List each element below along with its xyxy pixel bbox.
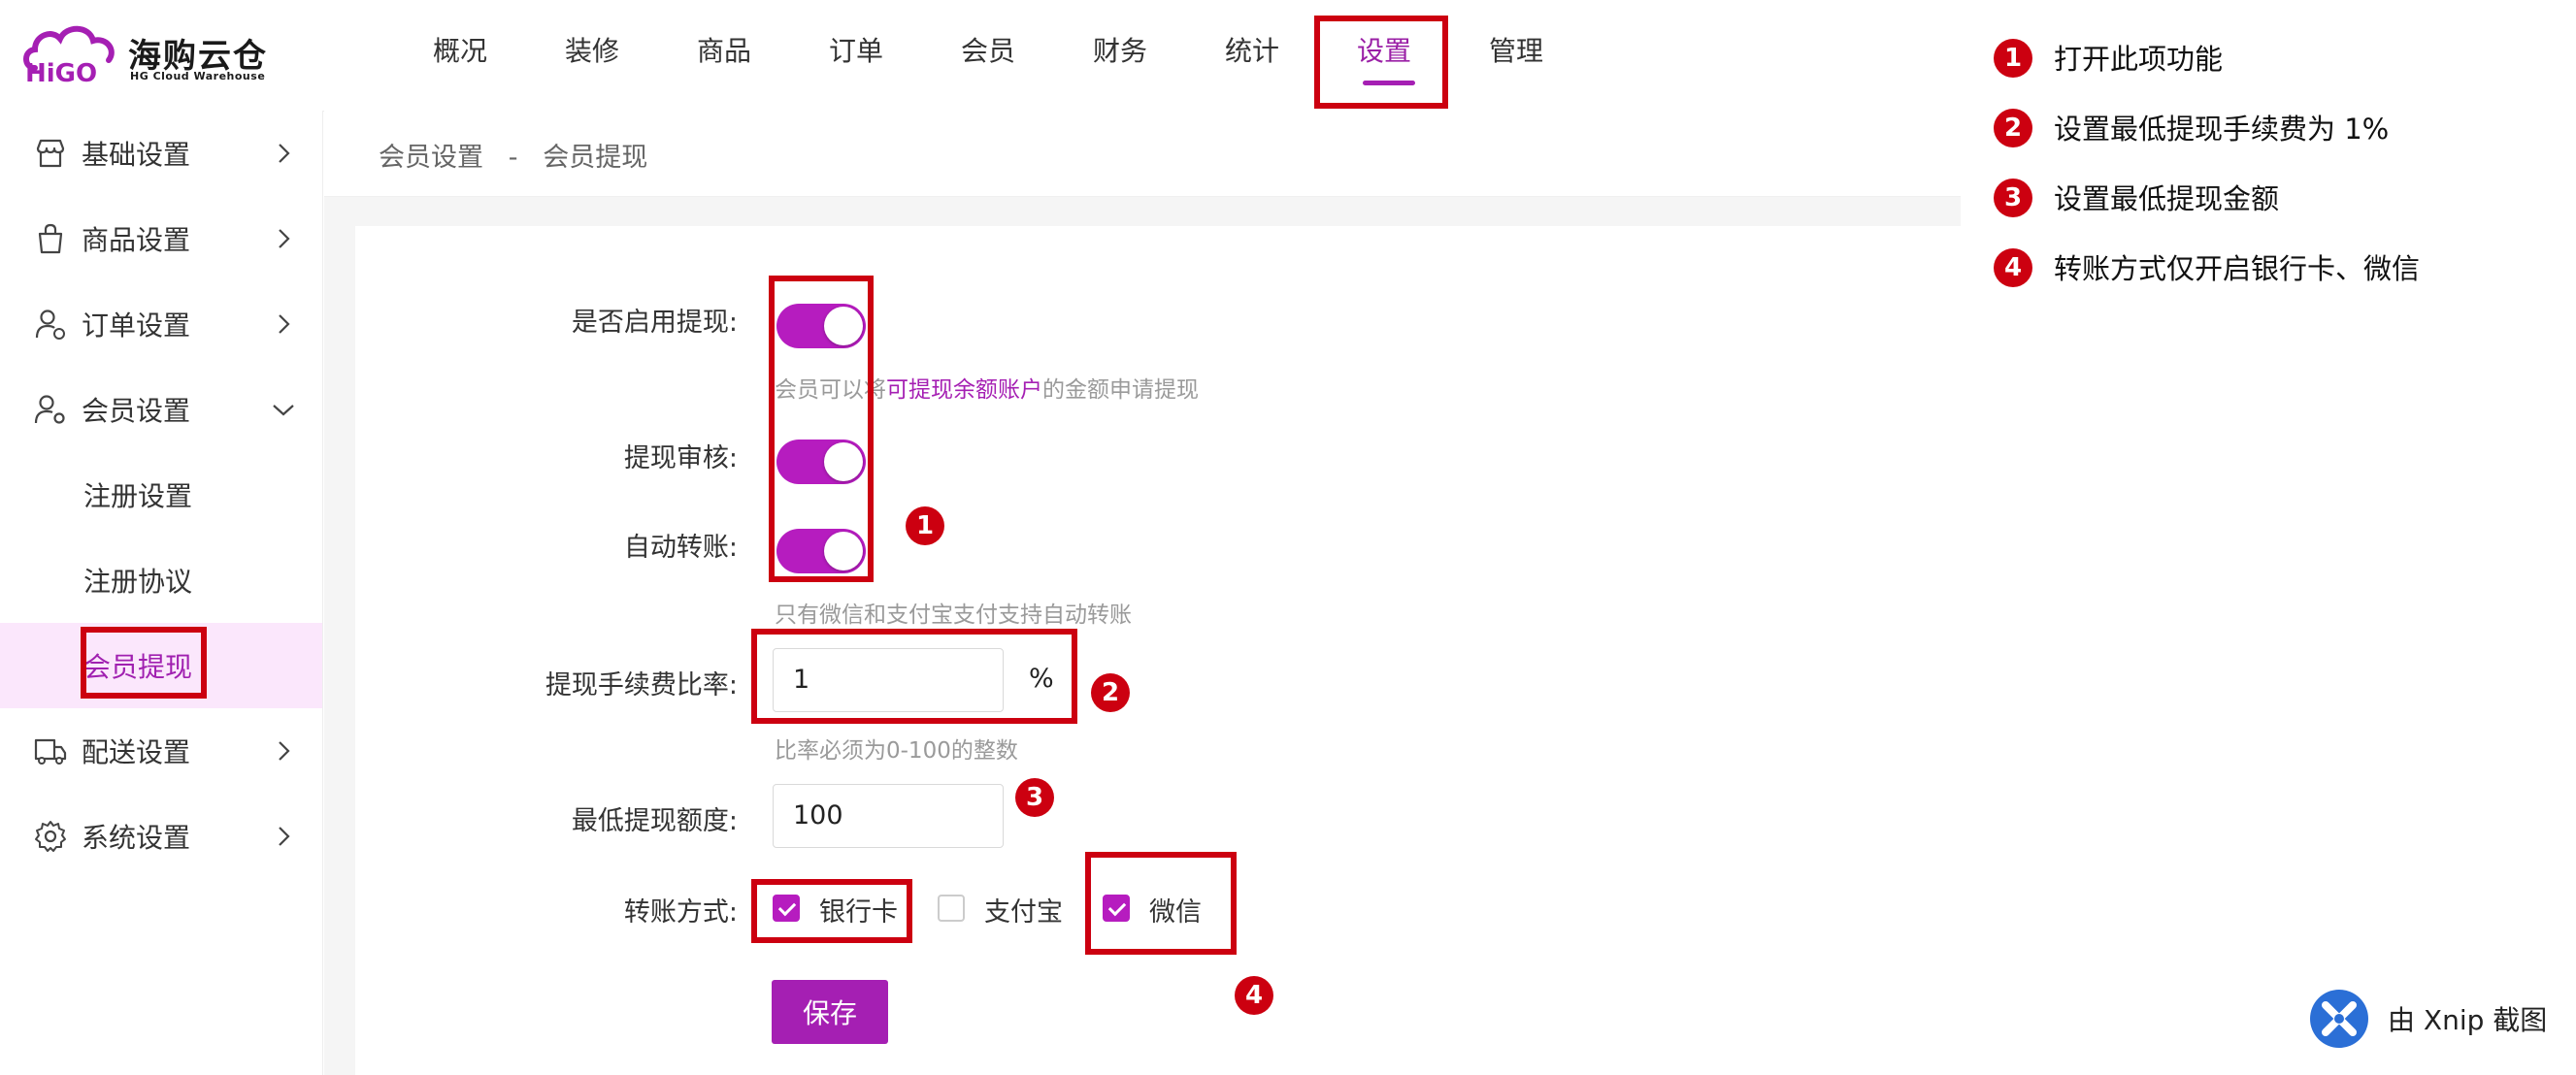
truck-icon	[33, 733, 68, 768]
marker-3: 3	[1015, 778, 1054, 817]
sidebar-item-label: 配送设置	[82, 736, 191, 768]
shopping-bag-icon	[33, 221, 68, 256]
legend-text: 打开此项功能	[2054, 43, 2224, 76]
sidebar-item-system[interactable]: 系统设置	[0, 794, 322, 879]
xnip-logo-icon	[2310, 990, 2368, 1048]
main-nav: 概况 装修 商品 订单 会员 财务 统计 设置 管理	[394, 0, 1582, 111]
app-window: HiGO 海购云仓 HG Cloud Warehouse 概况 装修 商品 订单…	[0, 0, 1961, 1075]
marker-4: 4	[1235, 976, 1273, 1015]
store-icon	[33, 136, 68, 171]
sidebar-item-products[interactable]: 商品设置	[0, 196, 322, 281]
fee-rate-suffix: %	[1029, 664, 1054, 694]
chevron-right-icon	[279, 827, 290, 846]
chevron-right-icon	[279, 741, 290, 761]
transfer-method-label: 转账方式:	[623, 897, 738, 928]
nav-manage[interactable]: 管理	[1450, 0, 1582, 111]
toggle-knob	[824, 442, 863, 481]
cloud-logo-icon: HiGO	[23, 25, 115, 85]
nav-orders[interactable]: 订单	[790, 0, 922, 111]
save-button[interactable]: 保存	[772, 980, 888, 1044]
marker-1: 1	[906, 506, 944, 545]
breadcrumb: 会员设置 - 会员提现	[324, 111, 1961, 197]
breadcrumb-text: 会员设置 - 会员提现	[379, 143, 648, 173]
member-gear-icon	[33, 392, 68, 427]
sidebar-item-label: 会员设置	[82, 395, 191, 427]
nav-overview[interactable]: 概况	[394, 0, 526, 111]
auto-transfer-label: 自动转账:	[623, 533, 738, 563]
toggle-knob	[824, 307, 863, 345]
wechat-checkbox[interactable]	[1103, 895, 1130, 922]
xnip-watermark: 由 Xnip 截图	[2310, 990, 2562, 1048]
sidebar-item-label: 商品设置	[82, 224, 191, 256]
sidebar-item-label: 订单设置	[82, 309, 191, 342]
xnip-caption: 由 Xnip 截图	[2388, 1004, 2548, 1036]
fee-rate-label: 提现手续费比率:	[545, 670, 738, 700]
nav-decoration[interactable]: 装修	[526, 0, 658, 111]
chevron-right-icon	[279, 229, 290, 248]
chevron-down-icon	[273, 405, 294, 416]
bank-card-checkbox[interactable]	[773, 895, 800, 922]
nav-members[interactable]: 会员	[922, 0, 1054, 111]
sidebar-subitem-register-agreement[interactable]: 注册协议	[0, 538, 322, 623]
legend-number: 2	[1994, 109, 2032, 147]
user-order-icon	[33, 307, 68, 342]
legend-number: 4	[1994, 248, 2032, 287]
form-panel	[355, 226, 1961, 1075]
auto-transfer-toggle[interactable]	[776, 529, 866, 573]
nav-finance[interactable]: 财务	[1054, 0, 1186, 111]
marker-2: 2	[1091, 673, 1130, 712]
brand-subtitle: HG Cloud Warehouse	[130, 70, 266, 82]
min-withdraw-input[interactable]: 100	[773, 784, 1004, 848]
legend-text: 设置最低提现手续费为 1%	[2054, 113, 2390, 146]
brand-logo[interactable]: HiGO 海购云仓 HG Cloud Warehouse	[21, 17, 274, 85]
alipay-label[interactable]: 支付宝	[984, 891, 1063, 928]
sidebar-subitem-withdrawal[interactable]: 会员提现	[0, 623, 322, 708]
enable-withdraw-toggle[interactable]	[776, 304, 866, 348]
enable-withdraw-label: 是否启用提现:	[571, 308, 738, 338]
chevron-right-icon	[279, 314, 290, 334]
wechat-label[interactable]: 微信	[1149, 891, 1202, 928]
nav-settings[interactable]: 设置	[1318, 0, 1450, 111]
sidebar-item-delivery[interactable]: 配送设置	[0, 708, 322, 794]
auto-transfer-hint: 只有微信和支付宝支付支持自动转账	[775, 603, 1132, 628]
enable-withdraw-hint: 会员可以将可提现余额账户的金额申请提现	[775, 377, 1199, 403]
toggle-knob	[824, 532, 863, 570]
withdrawable-account-link[interactable]: 可提现余额账户	[886, 377, 1042, 403]
sidebar-item-orders[interactable]: 订单设置	[0, 281, 322, 367]
legend-number: 3	[1994, 179, 2032, 217]
withdraw-audit-toggle[interactable]	[776, 440, 866, 484]
sidebar-item-label: 系统设置	[82, 822, 191, 854]
sidebar-subitem-register-settings[interactable]: 注册设置	[0, 452, 322, 538]
nav-products[interactable]: 商品	[658, 0, 790, 111]
fee-rate-hint: 比率必须为0-100的整数	[775, 738, 1018, 764]
svg-text:HiGO: HiGO	[25, 59, 97, 85]
bank-card-label[interactable]: 银行卡	[819, 891, 898, 928]
active-underline	[1363, 81, 1415, 85]
sidebar-item-members[interactable]: 会员设置	[0, 367, 322, 452]
chevron-right-icon	[279, 144, 290, 163]
sidebar: 基础设置 商品设置 订单设置 会员设置 注册设置 注册协议 会员提现 配送设置 …	[0, 111, 323, 1075]
top-navbar: HiGO 海购云仓 HG Cloud Warehouse 概况 装修 商品 订单…	[0, 0, 1961, 112]
min-withdraw-label: 最低提现额度:	[571, 806, 738, 836]
gear-icon	[33, 819, 68, 854]
withdraw-audit-label: 提现审核:	[623, 443, 738, 473]
alipay-checkbox[interactable]	[938, 895, 965, 922]
sidebar-item-basic[interactable]: 基础设置	[0, 111, 322, 196]
fee-rate-input[interactable]: 1	[773, 648, 1004, 712]
legend-number: 1	[1994, 39, 2032, 78]
nav-statistics[interactable]: 统计	[1186, 0, 1318, 111]
sidebar-item-label: 基础设置	[82, 139, 191, 171]
legend-text: 转账方式仅开启银行卡、微信	[2054, 252, 2421, 285]
legend-text: 设置最低提现金额	[2054, 182, 2280, 215]
